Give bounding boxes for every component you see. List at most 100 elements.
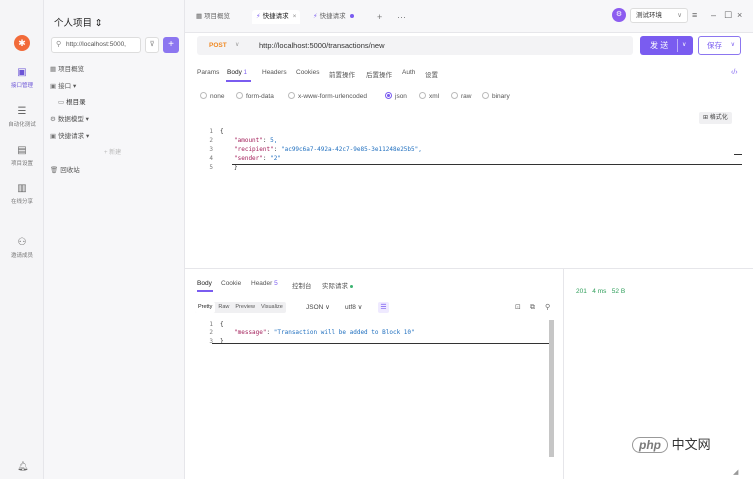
url-input[interactable]: http://localhost:5000/transactions/new <box>259 36 385 55</box>
code-line[interactable]: "message": "Transaction will be added to… <box>234 329 415 336</box>
wrap-lines-icon[interactable]: ☰ <box>378 302 389 313</box>
tab-overview[interactable]: ▦ 项目概览 <box>196 10 230 24</box>
view-mode-segmented[interactable]: Pretty Raw Preview Visualize <box>195 302 286 313</box>
view-preview[interactable]: Preview <box>232 302 258 313</box>
code-icon[interactable]: ‹/› <box>731 69 738 76</box>
tab-label: 项目概览 <box>203 13 230 20</box>
code-line[interactable]: "recipient": "ac99c6a7-492a-42c7-9e85-3e… <box>234 146 422 153</box>
resize-grip-icon[interactable]: ◢ <box>733 468 738 476</box>
view-visualize[interactable]: Visualize <box>258 302 286 313</box>
scrollbar[interactable] <box>549 320 554 457</box>
search-input[interactable]: ⚲ http://localhost:5000, <box>51 37 141 53</box>
close-icon[interactable]: × <box>293 13 297 20</box>
rail-item-invite[interactable]: ⚇ 邀请成员 <box>2 238 42 260</box>
tab-quick-request[interactable]: ⚡︎ 快捷请求 <box>313 10 354 24</box>
chevron-down-icon[interactable]: ∨ <box>682 36 686 55</box>
method-select[interactable]: POST <box>209 36 227 55</box>
subtab-params[interactable]: Params <box>197 69 219 76</box>
add-button[interactable]: + <box>163 37 179 53</box>
code-line[interactable]: "amount": 5, <box>234 137 277 144</box>
encoding-select[interactable]: utf8 ∨ <box>345 302 362 313</box>
maximize-icon[interactable]: ☐ <box>724 8 732 22</box>
rail-item-share[interactable]: ▥ 在线分享 <box>2 184 42 206</box>
tree-item-trash[interactable]: 🗑︎ 回收站 <box>50 164 80 174</box>
line-number: 3 <box>209 338 213 345</box>
header-count-badge: 5 <box>274 280 278 287</box>
send-divider <box>677 39 678 52</box>
folder-icon: ▭ <box>58 99 65 106</box>
radio-label: x-www-form-urlencoded <box>298 93 367 100</box>
radio-form-data[interactable]: form-data <box>236 92 274 100</box>
minimize-icon[interactable]: – <box>711 8 716 22</box>
tree-item-api[interactable]: ▣ 接口 ▾ <box>50 80 76 90</box>
project-title[interactable]: 个人项目 ⇕ <box>54 15 103 29</box>
view-pretty[interactable]: Pretty <box>195 302 216 313</box>
view-raw[interactable]: Raw <box>215 302 232 313</box>
radio-json[interactable]: json <box>385 92 407 100</box>
rtab-cookie[interactable]: Cookie <box>221 280 241 287</box>
rtab-actual-request[interactable]: 实际请求 <box>322 280 353 290</box>
line-number: 2 <box>209 137 213 144</box>
radio-raw[interactable]: raw <box>451 92 471 100</box>
format-icon: ⊞ <box>703 115 710 121</box>
subtab-auth[interactable]: Auth <box>402 69 415 76</box>
radio-none[interactable]: none <box>200 92 224 100</box>
line-number: 1 <box>209 321 213 328</box>
send-button[interactable]: 发 送 ∨ <box>640 36 693 55</box>
rail-item-label: 在线分享 <box>10 199 33 205</box>
radio-binary[interactable]: binary <box>482 92 510 100</box>
tab-quick-request-active[interactable]: ⚡︎ 快捷请求 × <box>252 10 301 24</box>
copy-icon[interactable]: ⧉ <box>530 302 535 313</box>
rtab-console[interactable]: 控制台 <box>292 280 312 290</box>
tree-item-quick[interactable]: ▣ 快捷请求 ▾ <box>50 130 89 140</box>
api-icon: ▣ <box>17 67 27 78</box>
radio-xml[interactable]: xml <box>419 92 439 100</box>
save-response-icon[interactable]: ⊡ <box>515 302 521 313</box>
chevron-down-icon[interactable]: ∨ <box>235 36 239 55</box>
env-select[interactable]: 测试环境 ∨ <box>630 8 688 23</box>
bolt-icon: ⚡︎ <box>256 13 261 20</box>
code-line[interactable]: { <box>220 128 224 135</box>
new-tab-icon[interactable]: + <box>377 10 382 24</box>
tree-item-overview[interactable]: ▦ 项目概览 <box>50 63 84 73</box>
new-request-button[interactable]: + 新建 <box>104 147 121 156</box>
code-line[interactable]: } <box>234 164 238 171</box>
response-divider[interactable] <box>563 269 564 479</box>
tree-item-models[interactable]: ⚙ 数据模型 ▾ <box>50 113 89 123</box>
tree-item-root[interactable]: ▭ 根目录 <box>58 96 86 106</box>
close-window-icon[interactable]: × <box>737 8 742 22</box>
subtab-post-actions[interactable]: 后置操作 <box>366 69 392 79</box>
subtab-headers[interactable]: Headers <box>262 69 287 76</box>
subtab-cookies[interactable]: Cookies <box>296 69 319 76</box>
radio-urlencoded[interactable]: x-www-form-urlencoded <box>288 92 367 100</box>
format-select[interactable]: JSON ∨ <box>306 302 330 313</box>
response-status: 201 4 ms 52 B <box>576 288 625 295</box>
radio-label: json <box>395 93 407 100</box>
active-subtab-underline <box>226 80 251 82</box>
bell-icon[interactable]: 🔔︎ <box>17 461 28 472</box>
rail-item-settings[interactable]: ▤ 项目设置 <box>2 146 42 168</box>
tree-item-label: 回收站 <box>60 167 80 174</box>
more-icon[interactable]: ··· <box>397 10 406 24</box>
subtab-settings[interactable]: 设置 <box>425 69 438 79</box>
rail-item-automation[interactable]: ☰ 自动化测试 <box>2 107 42 129</box>
subtab-pre-actions[interactable]: 前置操作 <box>329 69 355 79</box>
env-icon[interactable]: ⚙ <box>612 8 626 22</box>
filter-icon[interactable]: ⊽ <box>145 37 159 53</box>
unsaved-dot <box>349 14 354 19</box>
search-icon[interactable]: ⚲ <box>545 302 550 313</box>
json-value: "2" <box>266 155 281 162</box>
code-line[interactable]: "sender": "2" <box>234 155 281 162</box>
tab-label: 快捷请求 <box>262 13 289 20</box>
rtab-body[interactable]: Body <box>197 280 212 287</box>
menu-icon[interactable]: ≡ <box>692 8 697 22</box>
code-line[interactable]: { <box>220 321 224 328</box>
rail-item-api[interactable]: ▣ 接口管理 <box>2 67 42 90</box>
subtab-body[interactable]: Body 1 <box>227 69 247 76</box>
watermark-text: 中文网 <box>671 437 711 452</box>
rtab-header[interactable]: Header 5 <box>251 280 278 287</box>
radio-circle <box>451 92 458 99</box>
format-button[interactable]: ⊞ 格式化 <box>699 112 732 124</box>
save-button[interactable]: 保存 ∨ <box>698 36 741 55</box>
pane-divider[interactable] <box>185 268 753 269</box>
